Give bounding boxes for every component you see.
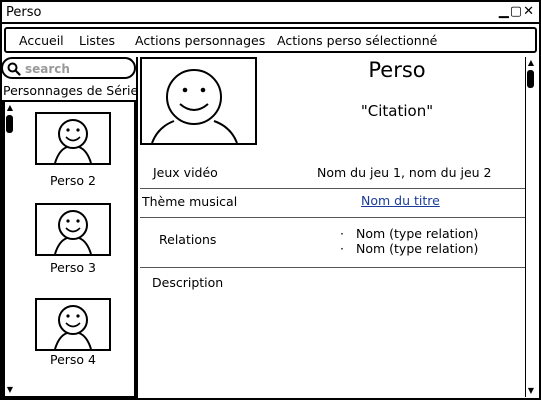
theme-link[interactable]: Nom du titre [361,193,440,208]
character-quote: "Citation" [360,102,434,120]
window-title: Perso [6,5,42,20]
menu-item-listes[interactable]: Listes [79,33,115,48]
avatar-icon [151,69,238,144]
search-icon [7,62,21,76]
menu-item-accueil[interactable]: Accueil [19,33,64,48]
menu-item-actions-personnages[interactable]: Actions personnages [135,33,265,48]
scroll-thumb[interactable] [6,115,13,133]
maximize-icon[interactable]: ▢ [510,4,523,19]
scroll-down-icon[interactable]: ▼ [526,387,536,395]
row-divider [140,188,525,189]
character-name: Perso [368,58,426,82]
relation-item: Nom (type relation) [340,241,478,256]
games-value: Nom du jeu 1, nom du jeu 2 [317,165,492,180]
row-divider [140,267,525,268]
scroll-up-icon[interactable]: ▲ [526,59,536,67]
list-item-label[interactable]: Perso 2 [35,173,111,188]
relations-list: Nom (type relation) Nom (type relation) [340,226,478,256]
theme-label: Thème musical [142,194,238,209]
scroll-thumb[interactable] [527,70,534,88]
avatar-icon [54,210,92,255]
search-input[interactable] [23,60,132,78]
games-label: Jeux vidéo [153,165,218,180]
list-scrollbar[interactable]: ▲ ▼ [4,102,14,396]
panel-divider [136,57,138,398]
scroll-up-icon[interactable]: ▲ [5,104,15,112]
character-thumbnail[interactable] [35,298,111,351]
close-icon[interactable]: ✕ [523,4,535,19]
avatar-icon [54,305,92,350]
description-label: Description [152,275,224,290]
character-portrait [140,57,257,145]
minimize-icon[interactable]: ▁ [499,4,510,19]
sidebar-heading: Personnages de Série [3,83,139,98]
search-box[interactable] [1,57,136,79]
scroll-down-icon[interactable]: ▼ [5,386,15,394]
list-item-label[interactable]: Perso 3 [35,260,111,275]
title-bar: Perso ▁▢✕ [2,2,539,24]
character-thumbnail[interactable] [35,203,111,256]
avatar-icon [54,119,92,164]
main-scrollbar[interactable]: ▲ ▼ [525,57,535,397]
window-controls[interactable]: ▁▢✕ [499,4,535,19]
menu-bar: Accueil Listes Actions personnages Actio… [4,27,537,53]
row-divider [140,217,525,218]
menu-item-actions-perso-selectionne[interactable]: Actions perso sélectionné [277,33,437,48]
relation-item: Nom (type relation) [340,226,478,241]
list-item-label[interactable]: Perso 4 [35,352,111,367]
relations-label: Relations [159,232,217,247]
character-thumbnail[interactable] [35,112,111,165]
